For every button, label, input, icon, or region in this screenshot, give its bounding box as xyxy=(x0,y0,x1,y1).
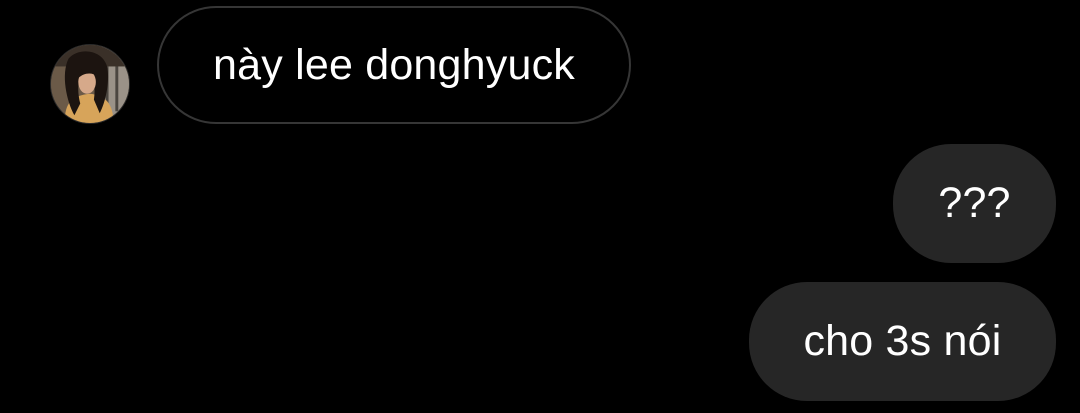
message-text: cho 3s nói xyxy=(803,317,1002,365)
incoming-message-bubble[interactable]: này lee donghyuck xyxy=(157,6,631,124)
message-thread: này lee donghyuck ??? cho 3s nói xyxy=(0,0,1080,413)
message-text: ??? xyxy=(938,179,1011,227)
outgoing-message-bubble[interactable]: ??? xyxy=(893,144,1056,263)
sender-avatar[interactable] xyxy=(50,44,130,124)
message-text: này lee donghyuck xyxy=(213,40,575,89)
avatar-photo-icon xyxy=(51,45,129,123)
outgoing-message-bubble[interactable]: cho 3s nói xyxy=(749,282,1056,401)
